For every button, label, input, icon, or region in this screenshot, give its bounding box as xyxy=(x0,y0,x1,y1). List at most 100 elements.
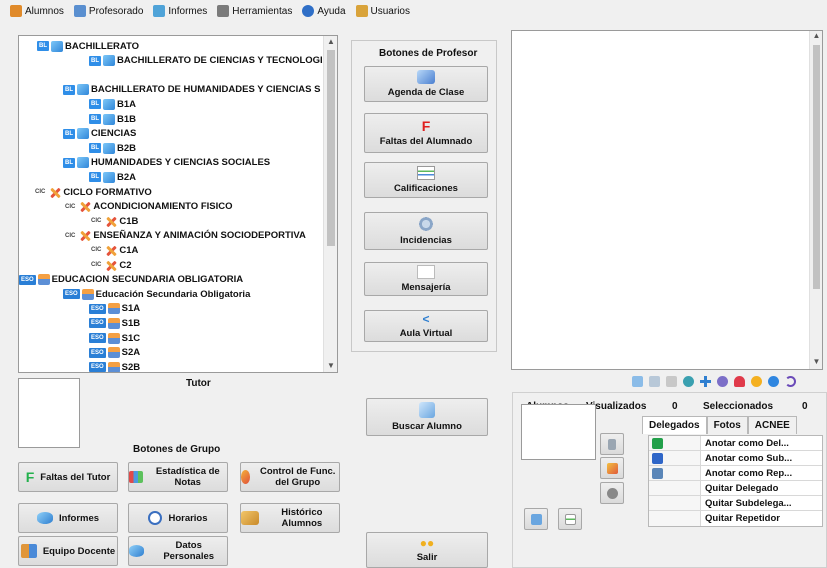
tree-node[interactable]: BL B1B xyxy=(89,112,136,126)
menu-item-0[interactable]: Alumnos xyxy=(10,5,64,17)
tree-node[interactable]: CIC C2 xyxy=(89,258,132,272)
add-icon[interactable] xyxy=(700,376,711,387)
incidencias-button[interactable]: Incidencias xyxy=(364,212,488,250)
globe-icon[interactable] xyxy=(683,376,694,387)
scroll-up-arrow-icon[interactable]: ▲ xyxy=(324,36,337,48)
salir-button[interactable]: ●● Salir xyxy=(366,532,488,568)
save-photo-button[interactable] xyxy=(524,508,548,530)
menu-label: Herramientas xyxy=(232,5,293,17)
menu-item-5[interactable]: Usuarios xyxy=(355,5,410,17)
refresh-icon[interactable] xyxy=(785,376,796,387)
view-grid-icon[interactable] xyxy=(666,376,677,387)
tree-node[interactable]: CIC C1B xyxy=(89,214,138,228)
tree-node[interactable]: ESO S1C xyxy=(89,331,140,345)
tree-node[interactable]: BL BACHILLERATO DE CIENCIAS Y TECNOLOGIA xyxy=(89,54,330,68)
node-type-badge: BL xyxy=(89,55,101,66)
tree-node[interactable]: ESO S2A xyxy=(89,346,140,360)
group-icon[interactable] xyxy=(717,376,728,387)
tree-scrollbar[interactable]: ▲ ▼ xyxy=(323,36,337,372)
action-row[interactable]: Quitar Subdelega... xyxy=(649,496,822,511)
action-row[interactable]: Quitar Repetidor xyxy=(649,511,822,526)
tree-node[interactable]: ESO EDUCACION SECUNDARIA OBLIGATORIA xyxy=(19,273,243,287)
tree-node-label: CIENCIAS xyxy=(91,128,137,140)
menu-item-1[interactable]: Profesorado xyxy=(73,5,143,17)
tree-node[interactable]: BL CIENCIAS xyxy=(63,127,136,141)
tree-node[interactable]: CIC ACONDICIONAMIENTO FISICO xyxy=(63,200,233,214)
groups-tree[interactable]: ESO S2B ESO S2A ESO S1C ESO S1B ESO S1A ESO Educaci… xyxy=(18,35,338,373)
list-scroll-down-icon[interactable]: ▼ xyxy=(810,357,823,369)
faltas-alumnado-button[interactable]: F Faltas del Alumnado xyxy=(364,113,488,153)
tree-node[interactable]: CIC C1A xyxy=(89,243,138,257)
heart-icon[interactable] xyxy=(734,376,745,387)
action-row[interactable]: Quitar Delegado xyxy=(649,481,822,496)
tree-node[interactable]: BL BACHILLERATO xyxy=(37,39,139,53)
tab-delegados[interactable]: Delegados xyxy=(642,416,707,434)
scroll-thumb[interactable] xyxy=(327,50,335,246)
students-list[interactable]: ▲ ▼ xyxy=(511,30,823,370)
aula-virtual-button[interactable]: < Aula Virtual xyxy=(364,310,488,342)
tree-node[interactable]: ESO S1B xyxy=(89,316,140,330)
horarios-label: Horarios xyxy=(168,512,208,524)
tab-fotos[interactable]: Fotos xyxy=(706,416,748,434)
informes-button[interactable]: Informes xyxy=(18,503,118,533)
calificaciones-button[interactable]: Calificaciones xyxy=(364,162,488,198)
mensajeria-label: Mensajería xyxy=(401,282,451,293)
view-list-icon[interactable] xyxy=(632,376,643,387)
view-detail-icon[interactable] xyxy=(649,376,660,387)
menu-item-3[interactable]: Herramientas xyxy=(217,5,292,17)
faltas-tutor-button[interactable]: F Faltas del Tutor xyxy=(18,462,118,492)
action-label: Anotar como Sub... xyxy=(705,452,793,464)
tree-node-label: Educación Secundaria Obligatoria xyxy=(95,288,251,300)
estadistica-notas-label: Estadística de Notas xyxy=(155,466,220,488)
tree-node[interactable]: BL B2A xyxy=(89,170,136,184)
star-icon[interactable] xyxy=(751,376,762,387)
tree-node[interactable]: ESO S2B xyxy=(89,360,140,372)
transfer-button[interactable] xyxy=(600,482,624,504)
control-func-grupo-label: Control de Func. del Grupo xyxy=(259,466,336,488)
node-type-badge: ESO xyxy=(89,318,106,329)
eso-icon xyxy=(107,332,120,344)
historico-alumnos-button[interactable]: Histórico Alumnos xyxy=(240,503,340,533)
mobile-button[interactable] xyxy=(600,433,624,455)
node-type-badge: CIC xyxy=(35,189,46,195)
tree-node[interactable]: BL HUMANIDADES Y CIENCIAS SOCIALES xyxy=(63,156,270,170)
action-row[interactable]: Anotar como Rep... xyxy=(649,466,822,481)
buscar-alumno-button[interactable]: Buscar Alumno xyxy=(366,398,488,436)
action-row[interactable]: Anotar como Sub... xyxy=(649,451,822,466)
profesor-title: Botones de Profesor xyxy=(379,48,478,59)
equipo-docente-button[interactable]: Equipo Docente xyxy=(18,536,118,566)
tree-node-label: C1B xyxy=(119,215,139,227)
tree-node[interactable]: BL BACHILLERATO DE HUMANIDADES Y CIENCIAS… xyxy=(63,83,320,97)
tree-node[interactable]: ESO Educación Secundaria Obligatoria xyxy=(63,287,250,301)
tree-node[interactable]: CIC CICLO FORMATIVO xyxy=(33,185,152,199)
action-label: Quitar Subdelega... xyxy=(705,497,792,509)
agenda-clase-button[interactable]: Agenda de Clase xyxy=(364,66,488,102)
control-func-grupo-button[interactable]: Control de Func. del Grupo xyxy=(240,462,340,492)
tree-node-label: EDUCACION SECUNDARIA OBLIGATORIA xyxy=(51,274,244,286)
menu-label: Informes xyxy=(168,5,208,17)
repetidor-icon xyxy=(652,467,663,479)
tree-node[interactable]: BL B2B xyxy=(89,141,136,155)
list-scroll-thumb[interactable] xyxy=(813,45,820,289)
tree-node[interactable]: ESO S1A xyxy=(89,302,140,316)
estadistica-notas-button[interactable]: Estadística de Notas xyxy=(128,462,228,492)
tree-node-label: B2B xyxy=(117,142,137,154)
datos-personales-button[interactable]: Datos Personales xyxy=(128,536,228,566)
tree-node[interactable]: CIC ENSEÑANZA Y ANIMACIÓN SOCIODEPORTIVA xyxy=(63,229,306,243)
mensajeria-button[interactable]: Mensajería xyxy=(364,262,488,296)
help-icon xyxy=(302,5,315,17)
menu-item-2[interactable]: Informes xyxy=(153,5,207,17)
action-row[interactable]: Anotar como Del... xyxy=(649,436,822,451)
list-scrollbar[interactable]: ▲ ▼ xyxy=(809,31,822,369)
tree-node[interactable]: BL B1A xyxy=(89,97,136,111)
tab-acnee[interactable]: ACNEE xyxy=(747,416,797,434)
node-type-badge: ESO xyxy=(19,274,36,285)
edit-button[interactable] xyxy=(600,457,624,479)
info-icon[interactable] xyxy=(768,376,779,387)
scroll-down-arrow-icon[interactable]: ▼ xyxy=(324,360,337,372)
list-scroll-up-icon[interactable]: ▲ xyxy=(810,31,823,43)
tree-node-label: C1A xyxy=(119,244,139,256)
horarios-button[interactable]: Horarios xyxy=(128,503,228,533)
menu-item-4[interactable]: Ayuda xyxy=(302,5,346,17)
chart-button[interactable] xyxy=(558,508,582,530)
